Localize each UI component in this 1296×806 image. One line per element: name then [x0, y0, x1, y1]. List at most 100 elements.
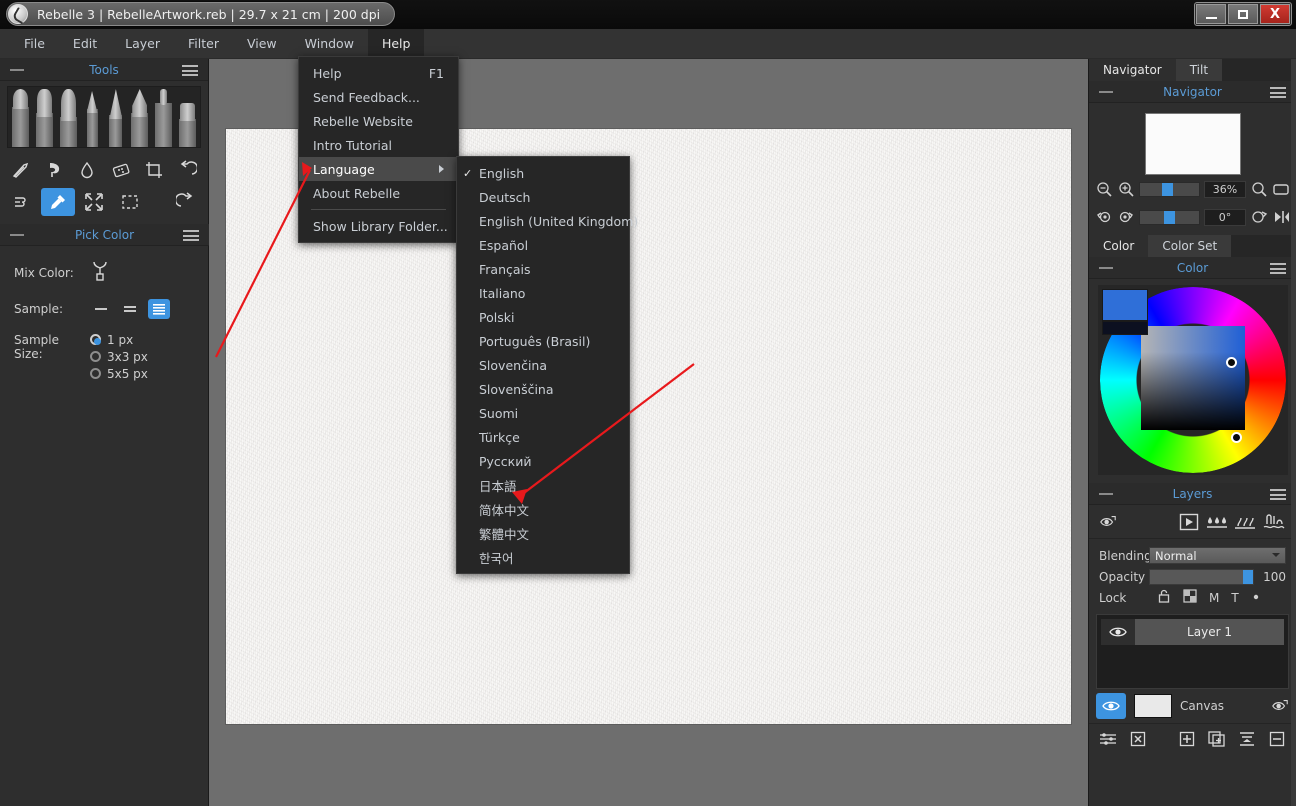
water-drops-icon[interactable]: [1206, 513, 1228, 531]
layer-name[interactable]: Layer 1: [1135, 625, 1284, 639]
play-dry-icon[interactable]: [1178, 512, 1200, 532]
layer-clear-icon[interactable]: [1129, 730, 1147, 748]
collapse-icon[interactable]: [10, 69, 24, 71]
tools-panel-menu-icon[interactable]: [182, 65, 198, 76]
lock-transparency-icon[interactable]: [1183, 589, 1197, 606]
dry-icon[interactable]: [1234, 513, 1256, 531]
navigator-menu-icon[interactable]: [1270, 87, 1286, 98]
navigator-thumbnail[interactable]: [1145, 113, 1241, 175]
brush-thumbnail[interactable]: [153, 89, 174, 147]
opacity-slider[interactable]: [1149, 569, 1254, 585]
zoom-fit-icon[interactable]: [1250, 180, 1268, 198]
flip-horizontal-icon[interactable]: [1272, 208, 1290, 226]
language-item-francais[interactable]: Français: [457, 257, 629, 281]
language-item-turkce[interactable]: Türkçe: [457, 425, 629, 449]
layers-menu-icon[interactable]: [1270, 489, 1286, 500]
brush-thumbnail[interactable]: [129, 89, 150, 147]
hue-cursor[interactable]: [1231, 432, 1242, 443]
canvas-tracing-icon[interactable]: [1271, 697, 1289, 715]
lock-dot-icon[interactable]: [1251, 591, 1261, 605]
lock-text-icon[interactable]: T: [1231, 591, 1238, 605]
menu-item-rebelle-website[interactable]: Rebelle Website: [299, 109, 458, 133]
language-item-polski[interactable]: Polski: [457, 305, 629, 329]
radio-icon[interactable]: [90, 351, 101, 362]
menu-window[interactable]: Window: [291, 29, 368, 58]
language-item-slovencina[interactable]: Slovenčina: [457, 353, 629, 377]
add-layer-icon[interactable]: [1178, 730, 1196, 748]
lock-mask-icon[interactable]: M: [1209, 591, 1219, 605]
redo-icon[interactable]: [169, 188, 203, 216]
brush-thumbnail[interactable]: [82, 89, 103, 147]
blow-dryer-icon[interactable]: [5, 188, 39, 216]
brush-thumbnail-strip[interactable]: [7, 86, 201, 148]
eraser-icon[interactable]: [105, 156, 136, 184]
merge-layer-icon[interactable]: [1238, 730, 1256, 748]
tab-color[interactable]: Color: [1089, 235, 1148, 257]
language-item-english[interactable]: ✓ English: [457, 161, 629, 185]
language-item-espanol[interactable]: Español: [457, 233, 629, 257]
menu-item-send-feedback[interactable]: Send Feedback...: [299, 85, 458, 109]
rotation-slider[interactable]: [1139, 210, 1200, 225]
language-item-slovenscina[interactable]: Slovenščina: [457, 377, 629, 401]
sample-two-layers-icon[interactable]: [119, 299, 141, 319]
layer-settings-icon[interactable]: [1099, 730, 1117, 748]
language-item-korean[interactable]: 한국어: [457, 545, 629, 569]
menu-item-show-library-folder[interactable]: Show Library Folder...: [299, 214, 458, 238]
canvas-visibility-icon[interactable]: [1096, 693, 1126, 719]
zoom-out-icon[interactable]: [1095, 180, 1113, 198]
opacity-value[interactable]: 100: [1254, 570, 1286, 584]
brush-thumbnail[interactable]: [105, 89, 126, 147]
blend-smudge-icon[interactable]: [38, 156, 69, 184]
sample-single-layer-icon[interactable]: [90, 299, 112, 319]
color-wheel-box[interactable]: [1098, 285, 1288, 475]
rotate-left-icon[interactable]: [1095, 208, 1113, 226]
layer-visibility-icon[interactable]: [1101, 619, 1135, 645]
lock-icon[interactable]: [1157, 589, 1171, 607]
menu-help[interactable]: Help: [368, 29, 425, 58]
collapse-icon[interactable]: [1099, 267, 1113, 269]
layer-item-layer-1[interactable]: Layer 1: [1101, 619, 1284, 645]
menu-item-intro-tutorial[interactable]: Intro Tutorial: [299, 133, 458, 157]
layer-list[interactable]: Layer 1: [1096, 614, 1289, 689]
language-item-simplified-chinese[interactable]: 简体中文: [457, 497, 629, 521]
sv-cursor[interactable]: [1226, 357, 1237, 368]
pick-color-menu-icon[interactable]: [183, 230, 199, 241]
language-item-suomi[interactable]: Suomi: [457, 401, 629, 425]
language-item-italiano[interactable]: Italiano: [457, 281, 629, 305]
transform-icon[interactable]: [77, 188, 111, 216]
reset-rotation-icon[interactable]: [1250, 208, 1268, 226]
menu-item-help[interactable]: Help F1: [299, 61, 458, 85]
menu-filter[interactable]: Filter: [174, 29, 233, 58]
select-rectangle-icon[interactable]: [113, 188, 147, 216]
menu-item-language[interactable]: Language: [299, 157, 458, 181]
collapse-icon[interactable]: [1099, 91, 1113, 93]
eyedropper-icon[interactable]: [41, 188, 75, 216]
collapse-icon[interactable]: [10, 234, 24, 236]
language-item-portugues-brasil[interactable]: Português (Brasil): [457, 329, 629, 353]
saturation-value-square[interactable]: [1141, 326, 1245, 430]
collapse-icon[interactable]: [1099, 493, 1113, 495]
blending-select[interactable]: Normal: [1149, 547, 1286, 564]
color-menu-icon[interactable]: [1270, 263, 1286, 274]
language-item-russian[interactable]: Русский: [457, 449, 629, 473]
minimize-button[interactable]: [1196, 4, 1226, 24]
zoom-actual-icon[interactable]: [1272, 180, 1290, 198]
water-drop-icon[interactable]: [72, 156, 103, 184]
secondary-color-swatch[interactable]: [1102, 321, 1148, 335]
language-item-traditional-chinese[interactable]: 繁體中文: [457, 521, 629, 545]
zoom-slider[interactable]: [1139, 182, 1200, 197]
undo-icon[interactable]: [172, 156, 203, 184]
menu-edit[interactable]: Edit: [59, 29, 111, 58]
menu-view[interactable]: View: [233, 29, 291, 58]
brush-thumbnail[interactable]: [34, 89, 55, 147]
radio-icon[interactable]: [90, 368, 101, 379]
sample-size-option-3x3[interactable]: 3x3 px: [90, 350, 148, 364]
menu-item-about-rebelle[interactable]: About Rebelle: [299, 181, 458, 205]
wet-icon[interactable]: [1262, 513, 1286, 531]
language-item-japanese[interactable]: 日本語: [457, 473, 629, 497]
delete-layer-icon[interactable]: [1268, 730, 1286, 748]
duplicate-layer-icon[interactable]: [1208, 730, 1226, 748]
brush-thumbnail[interactable]: [10, 89, 31, 147]
crop-icon[interactable]: [138, 156, 169, 184]
language-submenu[interactable]: ✓ English Deutsch English (United Kingdo…: [456, 156, 630, 574]
